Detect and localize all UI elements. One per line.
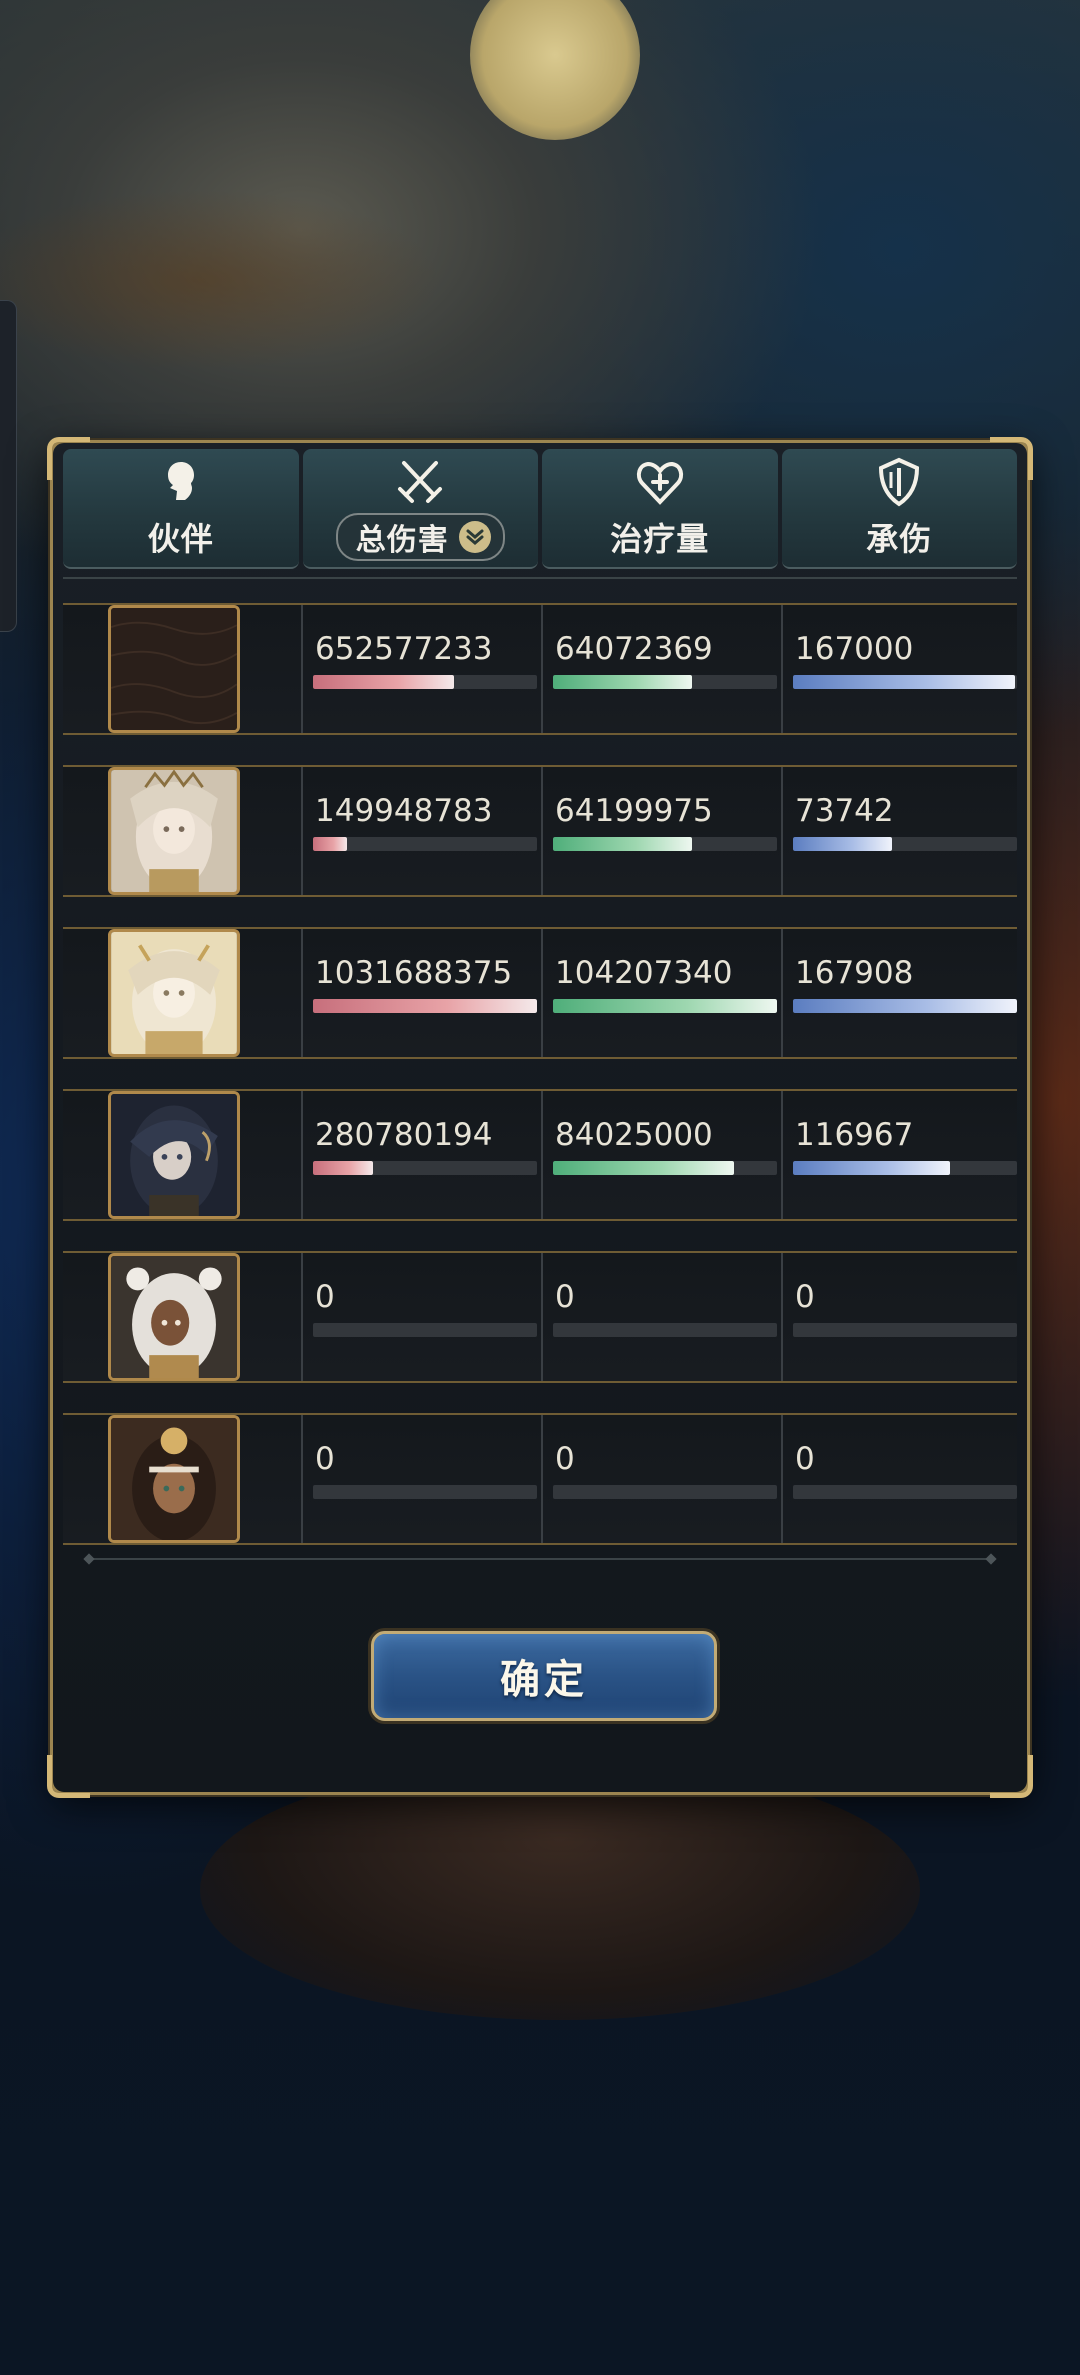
partner-avatar[interactable]: [108, 1091, 240, 1219]
heal-value: 64199975: [555, 793, 713, 829]
heal-cell: 64072369: [541, 605, 783, 733]
tank-value: 116967: [795, 1117, 914, 1153]
header-heal: 治疗量: [542, 449, 778, 569]
damage-cell: 280780194: [301, 1091, 543, 1219]
heal-bar: [553, 675, 777, 689]
tank-value: 167908: [795, 955, 914, 991]
header-tank-label: 承伤: [866, 520, 933, 558]
damage-bar: [313, 1323, 537, 1337]
partner-avatar[interactable]: [108, 767, 240, 895]
partner-row: 280780194 84025000 116967: [63, 1089, 1017, 1221]
heal-cell: 104207340: [541, 929, 783, 1057]
chevron-down-icon: [458, 521, 491, 553]
damage-cell: 652577233: [301, 605, 543, 733]
heal-value: 104207340: [555, 955, 733, 991]
damage-cell: 0: [301, 1253, 543, 1381]
damage-value: 149948783: [315, 793, 493, 829]
damage-sort-dropdown[interactable]: 总伤害: [335, 513, 505, 561]
damage-value: 0: [315, 1279, 335, 1315]
tank-cell: 167000: [781, 605, 1017, 733]
damage-value: 280780194: [315, 1117, 493, 1153]
partner-row: 1031688375 104207340 167908: [63, 927, 1017, 1059]
partner-row: 0 0 0: [63, 1251, 1017, 1383]
header-partner: 伙伴: [63, 449, 299, 569]
side-pull-handle[interactable]: [0, 300, 17, 632]
damage-bar: [313, 999, 537, 1013]
corner-ornament: [990, 1755, 1033, 1798]
damage-value: 1031688375: [315, 955, 513, 991]
partner-avatar[interactable]: [108, 1253, 240, 1381]
confirm-button-label: 确定: [500, 1657, 588, 1703]
battle-stats-panel: 伙伴 总伤害 治疗量 承伤 652577233 64072369 167000 …: [47, 437, 1033, 1798]
partner-avatar[interactable]: [108, 929, 240, 1057]
damage-value: 652577233: [315, 631, 493, 667]
tank-value: 73742: [795, 793, 894, 829]
tank-bar: [793, 837, 1017, 851]
heal-value: 0: [555, 1441, 575, 1477]
tank-bar: [793, 1323, 1017, 1337]
damage-cell: 0: [301, 1415, 543, 1543]
background-planet: [200, 1760, 920, 2020]
confirm-button[interactable]: 确定: [371, 1631, 717, 1721]
stats-header: 伙伴 总伤害 治疗量 承伤: [63, 449, 1017, 577]
header-damage: 总伤害: [302, 449, 538, 569]
tank-bar: [793, 675, 1017, 689]
heal-cell: 0: [541, 1415, 783, 1543]
damage-bar: [313, 675, 537, 689]
heal-value: 64072369: [555, 631, 713, 667]
list-bottom-divider: [89, 1558, 991, 1560]
tank-cell: 116967: [781, 1091, 1017, 1219]
heart-plus-icon: [636, 461, 683, 505]
header-tank: 承伤: [781, 449, 1017, 569]
tank-value: 167000: [795, 631, 914, 667]
heal-cell: 0: [541, 1253, 783, 1381]
crossed-swords-icon: [398, 461, 443, 503]
partner-icon: [167, 462, 194, 500]
heal-bar: [553, 837, 777, 851]
damage-value: 0: [315, 1441, 335, 1477]
partner-row: 0 0 0: [63, 1413, 1017, 1545]
tank-cell: 73742: [781, 767, 1017, 895]
tank-bar: [793, 999, 1017, 1013]
tank-cell: 167908: [781, 929, 1017, 1057]
damage-cell: 149948783: [301, 767, 543, 895]
heal-cell: 84025000: [541, 1091, 783, 1219]
tank-bar: [793, 1161, 1017, 1175]
damage-bar: [313, 837, 537, 851]
header-partner-label: 伙伴: [147, 520, 214, 558]
partner-row: 652577233 64072369 167000: [63, 603, 1017, 735]
partner-row: 149948783 64199975 73742: [63, 765, 1017, 897]
tank-value: 0: [795, 1441, 815, 1477]
heal-bar: [553, 1161, 777, 1175]
heal-bar: [553, 1485, 777, 1499]
shield-icon: [879, 457, 920, 507]
damage-cell: 1031688375: [301, 929, 543, 1057]
corner-ornament: [47, 1755, 90, 1798]
heal-bar: [553, 1323, 777, 1337]
partner-avatar[interactable]: [108, 1415, 240, 1543]
partner-stats-list[interactable]: 652577233 64072369 167000 149948783 6419…: [63, 603, 1017, 1561]
damage-bar: [313, 1485, 537, 1499]
heal-cell: 64199975: [541, 767, 783, 895]
background-sun: [470, 0, 640, 140]
tank-value: 0: [795, 1279, 815, 1315]
partner-avatar-empty[interactable]: [108, 605, 240, 733]
damage-bar: [313, 1161, 537, 1175]
background-branch: [0, 170, 480, 400]
header-heal-label: 治疗量: [610, 520, 710, 558]
tank-bar: [793, 1485, 1017, 1499]
header-damage-label: 总伤害: [355, 523, 449, 558]
header-divider: [63, 577, 1017, 579]
tank-cell: 0: [781, 1415, 1017, 1543]
tank-cell: 0: [781, 1253, 1017, 1381]
heal-value: 84025000: [555, 1117, 713, 1153]
heal-value: 0: [555, 1279, 575, 1315]
heal-bar: [553, 999, 777, 1013]
